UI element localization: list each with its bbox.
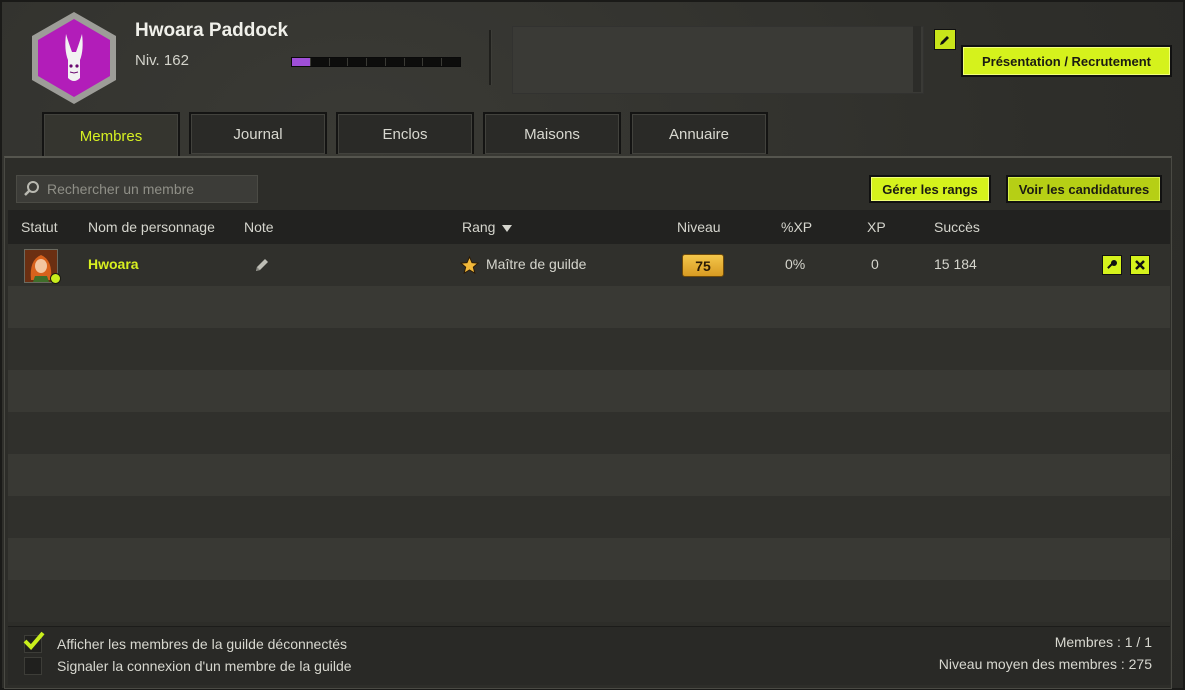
header-level[interactable]: Niveau [677,219,721,235]
header-rank-label: Rang [462,219,496,235]
xp-bar-segment [330,58,349,66]
header-success[interactable]: Succès [934,219,980,235]
search-input[interactable] [47,181,247,197]
guild-emblem-icon [32,12,116,104]
average-level: Niveau moyen des membres : 275 [938,656,1152,672]
show-offline-label: Afficher les membres de la guilde déconn… [57,636,348,652]
members-list: Hwoara Maître de guilde 75 0% 0 15 184 [8,244,1170,622]
guild-level: Niv. 162 [135,52,189,69]
xp-bar-segment [405,58,424,66]
table-row-empty [8,412,1170,454]
search-icon [24,181,39,196]
header-name[interactable]: Nom de personnage [88,219,215,235]
tab-bar: Membres Journal Enclos Maisons Annuaire [42,112,768,158]
member-success: 15 184 [934,256,977,272]
show-offline-checkbox[interactable]: Afficher les membres de la guilde déconn… [23,631,348,653]
members-footer: Afficher les membres de la guilde déconn… [8,626,1170,685]
xp-bar-fill [292,58,310,66]
xp-bar-segment [367,58,386,66]
member-level-badge: 75 [682,254,724,277]
member-rank: Maître de guilde [486,256,587,272]
search-box[interactable] [16,175,258,203]
pencil-icon[interactable] [254,257,270,273]
member-xp: 0 [871,256,879,272]
member-name[interactable]: Hwoara [88,256,139,272]
xp-bar-segment [311,58,330,66]
close-icon [1135,260,1145,270]
manage-ranks-button[interactable]: Gérer les rangs [869,175,991,203]
view-candidates-button[interactable]: Voir les candidatures [1006,175,1162,203]
table-row-empty [8,328,1170,370]
kick-member-button[interactable] [1130,255,1150,275]
table-row[interactable]: Hwoara Maître de guilde 75 0% 0 15 184 [8,244,1170,286]
description-scrollbar[interactable] [913,26,921,92]
star-icon [460,256,479,275]
member-xp-pct: 0% [785,256,806,272]
xp-bar-segment [442,58,460,66]
xp-bar-segment [292,58,311,66]
table-row-empty [8,496,1170,538]
key-icon [1107,260,1117,269]
guild-window: Hwoara Paddock Niv. 162 Présentation / R… [0,0,1185,690]
sort-down-icon [502,225,513,232]
guild-name: Hwoara Paddock [135,20,289,41]
guild-description-box [512,26,924,94]
xp-bar-segment [386,58,405,66]
notify-connection-checkbox[interactable]: Signaler la connexion d'un membre de la … [24,657,352,675]
header-status[interactable]: Statut [21,219,58,235]
checkbox-unchecked[interactable] [24,657,42,675]
manage-member-button[interactable] [1102,255,1122,275]
recruitment-button[interactable]: Présentation / Recrutement [961,45,1172,77]
notify-connection-label: Signaler la connexion d'un membre de la … [57,658,352,674]
checkmark-icon [23,631,45,650]
guild-xp-bar [291,57,461,67]
edit-description-button[interactable] [934,29,956,50]
header-xp-pct[interactable]: %XP [781,219,812,235]
pencil-icon [940,35,949,45]
table-row-empty [8,580,1170,622]
xp-bar-segment [348,58,368,66]
xp-bar-segment [423,58,443,66]
header-xp[interactable]: XP [867,219,886,235]
tab-maisons[interactable]: Maisons [483,112,621,154]
header-note[interactable]: Note [244,219,274,235]
members-count: Membres : 1 / 1 [1054,634,1152,650]
header-divider [489,30,491,85]
online-status-indicator [50,273,61,284]
table-row-empty [8,370,1170,412]
tab-membres[interactable]: Membres [42,112,180,158]
table-row-empty [8,454,1170,496]
tab-enclos[interactable]: Enclos [336,112,474,154]
tab-annuaire[interactable]: Annuaire [630,112,768,154]
table-header: Statut Nom de personnage Note Rang Nivea… [8,210,1170,244]
tab-journal[interactable]: Journal [189,112,327,154]
table-row-empty [8,286,1170,328]
header-rank[interactable]: Rang [462,219,513,235]
checkbox-checked[interactable] [23,631,45,653]
members-panel: Gérer les rangs Voir les candidatures St… [4,156,1172,689]
table-row-empty [8,538,1170,580]
